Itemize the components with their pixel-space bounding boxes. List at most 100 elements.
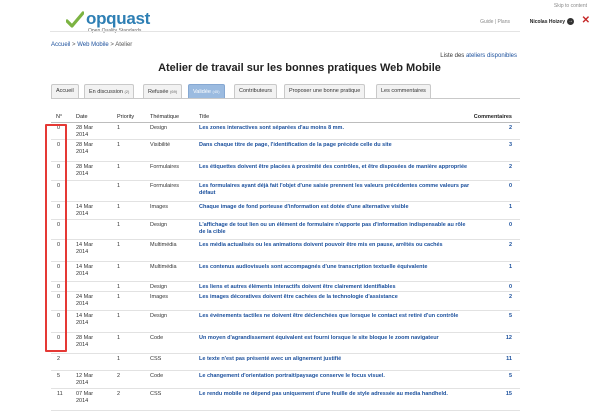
row-date: 28 Mar 2014 <box>76 164 94 177</box>
row-priority: 1 <box>117 284 121 290</box>
tab-label: Validée <box>193 89 211 95</box>
row-title-link[interactable]: Le rendu mobile ne dépend pas uniquement… <box>199 391 471 398</box>
row-comments-link[interactable]: 1 <box>509 204 512 211</box>
tab-refusee[interactable]: Refusée (69) <box>143 84 183 98</box>
table-row: 0 28 Mar 2014 1 Design Les zones interac… <box>51 123 520 140</box>
breadcrumb-current: Atelier <box>115 42 133 48</box>
table-row: 0 1 Formulaires Les formulaires ayant dé… <box>51 181 520 202</box>
row-theme: Code <box>150 335 164 341</box>
row-priority: 2 <box>117 391 121 397</box>
available-workshops-link[interactable]: ateliers disponibles <box>466 53 517 59</box>
row-title-link[interactable]: Un moyen d'agrandissement équivalent est… <box>199 335 471 342</box>
row-theme: Images <box>150 204 169 210</box>
row-title-link[interactable]: Les formulaires ayant déjà fait l'objet … <box>199 183 471 197</box>
row-title-link[interactable]: L'affichage de tout lien ou un élément d… <box>199 222 471 236</box>
row-comments-link[interactable]: 0 <box>509 284 512 291</box>
row-theme: Multimédia <box>150 242 177 248</box>
row-comments-link[interactable]: 2 <box>509 242 512 249</box>
row-theme: Multimédia <box>150 264 177 270</box>
row-priority: 1 <box>117 183 121 189</box>
column-header-comments[interactable]: Commentaires <box>474 114 512 120</box>
column-header-date[interactable]: Date <box>76 114 88 120</box>
row-comments-link[interactable]: 3 <box>509 142 512 149</box>
row-number: 2 <box>57 356 61 362</box>
tabs-underline <box>51 98 520 99</box>
row-theme: Formulaires <box>150 164 180 170</box>
row-title-link[interactable]: Les étiquettes doivent être placées à pr… <box>199 164 471 171</box>
row-date: 28 Mar 2014 <box>76 142 94 155</box>
table-row: 0 14 Mar 2014 1 Multimédia Les média act… <box>51 240 520 262</box>
breadcrumb: Accueil > Web Mobile > Atelier <box>51 42 132 48</box>
tab-label: Proposer une bonne pratique <box>289 88 361 94</box>
row-comments-link[interactable]: 11 <box>506 356 512 363</box>
row-theme: Code <box>150 373 164 379</box>
row-comments-link[interactable]: 1 <box>509 264 512 271</box>
user-menu-arrow-icon[interactable]: → <box>567 18 574 25</box>
row-comments-link[interactable]: 2 <box>509 125 512 132</box>
tab-label: Contributeurs <box>239 88 273 94</box>
column-header-theme[interactable]: Thématique <box>150 114 179 120</box>
row-comments-link[interactable]: 0 <box>509 222 512 229</box>
row-title-link[interactable]: Les images décoratives doivent être cach… <box>199 294 471 301</box>
row-number: 11 <box>57 391 63 397</box>
row-title-link[interactable]: Chaque image de fond porteuse d'informat… <box>199 204 471 211</box>
top-links[interactable]: Guide | Plans <box>480 19 510 25</box>
row-comments-link[interactable]: 12 <box>506 335 512 342</box>
row-title-link[interactable]: Les événements tactiles ne doivent être … <box>199 313 471 320</box>
tab-count: (45) <box>212 89 220 94</box>
row-title-link[interactable]: Dans chaque titre de page, l'identificat… <box>199 142 471 149</box>
row-date: 12 Mar 2014 <box>76 373 94 386</box>
row-title-link[interactable]: Les contenus audiovisuels sont accompagn… <box>199 264 471 271</box>
column-header-priority[interactable]: Priority <box>117 114 134 120</box>
row-comments-link[interactable]: 15 <box>506 391 512 398</box>
row-priority: 1 <box>117 204 121 210</box>
row-date: 07 Mar 2014 <box>76 391 94 404</box>
row-theme: Design <box>150 222 168 228</box>
tab-validee[interactable]: Validée (45) <box>188 84 225 98</box>
row-title-link[interactable]: Le texte n'est pas présenté avec un alig… <box>199 356 471 363</box>
row-date: 28 Mar 2014 <box>76 125 94 138</box>
breadcrumb-section[interactable]: Web Mobile <box>77 42 109 48</box>
tab-label: Accueil <box>56 88 74 94</box>
highlight-rectangle <box>45 124 67 352</box>
row-date: 28 Mar 2014 <box>76 335 94 348</box>
tab-accueil[interactable]: Accueil <box>51 84 79 98</box>
row-comments-link[interactable]: 2 <box>509 164 512 171</box>
row-comments-link[interactable]: 5 <box>509 313 512 320</box>
row-comments-link[interactable]: 0 <box>509 183 512 190</box>
row-theme: CSS <box>150 356 162 362</box>
table-row: 0 28 Mar 2014 1 Visibilité Dans chaque t… <box>51 140 520 162</box>
list-link-prefix: Liste des <box>440 53 466 59</box>
row-priority: 1 <box>117 125 121 131</box>
row-priority: 1 <box>117 142 121 148</box>
table-row: 0 14 Mar 2014 1 Images Chaque image de f… <box>51 202 520 220</box>
tab-count: (69) <box>170 89 178 94</box>
tab-label: En discussion <box>89 89 123 95</box>
row-title-link[interactable]: Le changement d'orientation portrait/pay… <box>199 373 471 380</box>
skip-to-content-link[interactable]: Skip to content <box>554 3 587 9</box>
table-row: 0 28 Mar 2014 1 Formulaires Les étiquett… <box>51 162 520 181</box>
column-header-title[interactable]: Title <box>199 114 209 120</box>
tab-label: Les commentaires <box>381 88 426 94</box>
row-comments-link[interactable]: 5 <box>509 373 512 380</box>
tab-count: (2) <box>124 89 130 94</box>
row-priority: 1 <box>117 294 121 300</box>
logo-wordmark: opquast <box>86 9 151 28</box>
breadcrumb-home[interactable]: Accueil <box>51 42 70 48</box>
tab-commentaires[interactable]: Les commentaires <box>376 84 431 98</box>
user-name[interactable]: Nicolas Hoizey <box>530 19 565 25</box>
row-comments-link[interactable]: 2 <box>509 294 512 301</box>
tab-proposer[interactable]: Proposer une bonne pratique <box>284 84 366 98</box>
close-icon[interactable]: ✕ <box>582 16 590 26</box>
tab-contributeurs[interactable]: Contributeurs <box>234 84 278 98</box>
row-title-link[interactable]: Les zones interactives sont séparées d'a… <box>199 125 471 132</box>
row-date: 14 Mar 2014 <box>76 204 94 217</box>
table-row: 5 12 Mar 2014 2 Code Le changement d'ori… <box>51 371 520 389</box>
row-date: 24 Mar 2014 <box>76 294 94 307</box>
tab-en-discussion[interactable]: En discussion (2) <box>84 84 135 98</box>
row-date: 14 Mar 2014 <box>76 264 94 277</box>
column-header-number[interactable]: N° <box>56 114 62 120</box>
row-title-link[interactable]: Les média actualisés ou les animations d… <box>199 242 471 249</box>
row-title-link[interactable]: Les liens et autres éléments interactifs… <box>199 284 471 291</box>
header-divider <box>50 31 520 32</box>
